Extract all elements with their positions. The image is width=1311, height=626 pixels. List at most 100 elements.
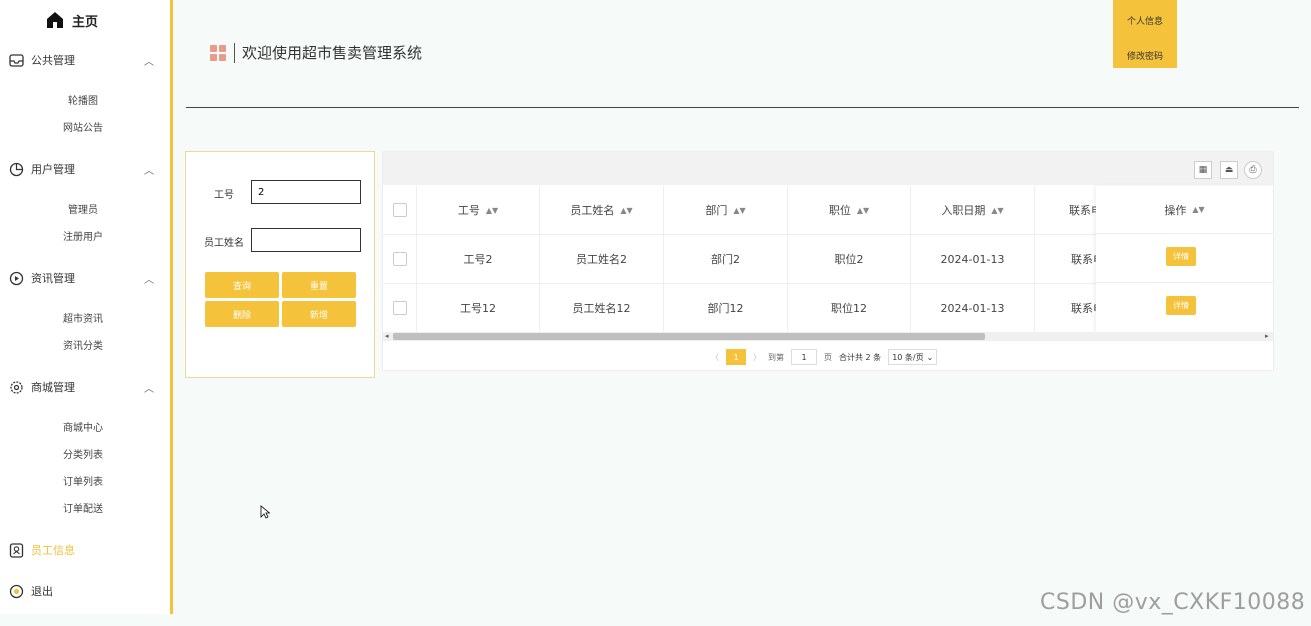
sidebar-item-announcement[interactable]: 网站公告 (8, 119, 158, 134)
next-page-icon[interactable]: 〉 (753, 352, 761, 363)
sidebar-item-logout-label: 退出 (31, 585, 53, 598)
horizontal-scrollbar[interactable]: ◂ ▸ (383, 332, 1273, 341)
sidebar-group-news-label: 资讯管理 (31, 272, 75, 285)
sort-icon: ▲▼ (1192, 205, 1205, 214)
sidebar-group-mall-header[interactable]: 商城管理 ︿ (8, 377, 158, 397)
watermark: CSDN @vx_CXKF10088 (1040, 590, 1306, 615)
pagination: 〈 1 〉 到第 1 页 合计共 2 条 10 条/页 ⌄ (711, 349, 938, 365)
cell-position: 职位12 (788, 284, 911, 332)
sidebar-item-order-delivery[interactable]: 订单配送 (8, 500, 158, 515)
scrollbar-thumb[interactable] (393, 333, 985, 340)
logout-icon (8, 583, 24, 599)
sort-icon: ▲▼ (856, 205, 870, 215)
add-button[interactable]: 新增 (282, 301, 356, 327)
row-checkbox-cell (383, 284, 417, 332)
col-date-label: 入职日期 (941, 204, 986, 217)
page-number[interactable]: 1 (726, 349, 746, 365)
row-checkbox[interactable] (392, 252, 407, 266)
badge-icon (8, 542, 24, 558)
page-size-value: 10 条/页 (892, 352, 924, 362)
sidebar-item-logout[interactable]: 退出 (8, 583, 53, 599)
mouse-cursor-icon (260, 505, 270, 519)
col-date[interactable]: 入职日期 ▲▼ (911, 186, 1035, 234)
reset-button[interactable]: 重置 (282, 272, 356, 298)
col-position[interactable]: 职位 ▲▼ (788, 186, 911, 234)
sidebar-item-news-category[interactable]: 资讯分类 (8, 337, 158, 352)
sidebar-item-mall-center[interactable]: 商城中心 (8, 419, 158, 434)
row-checkbox[interactable] (392, 301, 407, 315)
employee-table: ▦ ⏏ ⎙ 工号 ▲▼ 员工姓名 ▲▼ 部门 ▲▼ 职位 ▲▼ 入职日期 ▲▼ 联系电话 … (382, 151, 1274, 371)
sidebar-group-users-label: 用户管理 (31, 163, 75, 176)
col-actions-label: 操作 (1164, 203, 1187, 217)
prev-page-icon[interactable]: 〈 (711, 352, 719, 363)
page-title: 欢迎使用超市售卖管理系统 (242, 44, 423, 62)
total-count: 合计共 2 条 (839, 352, 882, 362)
inbox-icon (8, 52, 24, 68)
chevron-up-icon: ︿ (144, 274, 154, 286)
detail-button[interactable]: 详情 (1166, 247, 1196, 266)
cell-id: 工号2 (417, 235, 540, 283)
goto-page-input[interactable]: 1 (791, 349, 817, 365)
sidebar-item-employee-info[interactable]: 员工信息 (8, 542, 75, 558)
sort-icon: ▲▼ (485, 205, 499, 215)
chevron-up-icon: ︿ (144, 56, 154, 68)
sidebar-group-mall: 商城管理 ︿ (8, 377, 158, 397)
page-size-select[interactable]: 10 条/页 ⌄ (888, 349, 938, 365)
sidebar-group-news: 资讯管理 ︿ (8, 268, 158, 288)
home-link[interactable]: 主页 (46, 8, 98, 32)
row-checkbox-cell (383, 235, 417, 283)
sort-icon: ▲▼ (991, 205, 1004, 215)
cell-date: 2024-01-13 (911, 235, 1035, 283)
col-position-label: 职位 (828, 204, 851, 217)
col-actions[interactable]: 操作 ▲▼ (1096, 186, 1273, 234)
home-icon (47, 12, 63, 28)
sidebar-group-mall-label: 商城管理 (31, 381, 75, 394)
divider (234, 42, 235, 63)
scroll-right-icon[interactable]: ▸ (1265, 332, 1269, 340)
goto-label: 到第 (768, 352, 784, 362)
employee-id-input[interactable] (251, 180, 361, 204)
grid-icon (210, 44, 226, 61)
home-label: 主页 (72, 14, 99, 30)
select-all-checkbox[interactable] (392, 203, 407, 217)
page-label: 页 (824, 352, 832, 362)
print-icon[interactable]: ⎙ (1244, 161, 1262, 179)
chevron-up-icon: ︿ (144, 383, 154, 395)
sidebar-group-news-header[interactable]: 资讯管理 ︿ (8, 268, 158, 288)
gear-icon (8, 379, 24, 395)
sidebar-item-admin[interactable]: 管理员 (8, 201, 158, 216)
columns-icon[interactable]: ▦ (1194, 161, 1212, 179)
cell-name: 员工姓名2 (540, 235, 664, 283)
sort-icon: ▲▼ (733, 205, 746, 215)
cell-dept: 部门12 (664, 284, 788, 332)
sidebar-group-public-header[interactable]: 公共管理 ︿ (8, 50, 158, 70)
sidebar-group-public: 公共管理 ︿ (8, 50, 158, 70)
profile-button[interactable]: 个人信息 (1113, 0, 1177, 44)
sidebar-item-employee-info-label: 员工信息 (31, 544, 75, 557)
table-toolbar: ▦ ⏏ ⎙ (383, 152, 1273, 185)
sidebar-item-order-list[interactable]: 订单列表 (8, 473, 158, 488)
detail-button[interactable]: 详情 (1166, 296, 1196, 315)
export-icon[interactable]: ⏏ (1220, 161, 1238, 179)
col-id[interactable]: 工号 ▲▼ (417, 186, 540, 234)
col-dept[interactable]: 部门 ▲▼ (664, 186, 788, 234)
cell-dept: 部门2 (664, 235, 788, 283)
sidebar-item-carousel[interactable]: 轮播图 (8, 92, 158, 107)
cell-position: 职位2 (788, 235, 911, 283)
delete-button[interactable]: 删除 (205, 301, 279, 327)
change-password-button[interactable]: 修改密码 (1113, 44, 1177, 68)
sidebar: 主页 公共管理 ︿ 轮播图 网站公告 用户管理 ︿ 管理员 注册用户 资讯管理 … (0, 0, 173, 614)
employee-name-input[interactable] (251, 228, 361, 252)
sidebar-item-market-news[interactable]: 超市资讯 (8, 310, 158, 325)
sidebar-item-category-list[interactable]: 分类列表 (8, 446, 158, 461)
sidebar-item-registered-users[interactable]: 注册用户 (8, 228, 158, 243)
header-checkbox-cell (383, 186, 417, 234)
cell-id: 工号12 (417, 284, 540, 332)
sidebar-group-users-header[interactable]: 用户管理 ︿ (8, 159, 158, 179)
col-name[interactable]: 员工姓名 ▲▼ (540, 186, 664, 234)
row-actions: 详情 (1096, 235, 1273, 283)
col-dept-label: 部门 (705, 204, 728, 217)
scroll-left-icon[interactable]: ◂ (385, 332, 389, 340)
search-panel: 工号 员工姓名 查询 重置 删除 新增 (185, 151, 375, 378)
query-button[interactable]: 查询 (205, 272, 279, 298)
